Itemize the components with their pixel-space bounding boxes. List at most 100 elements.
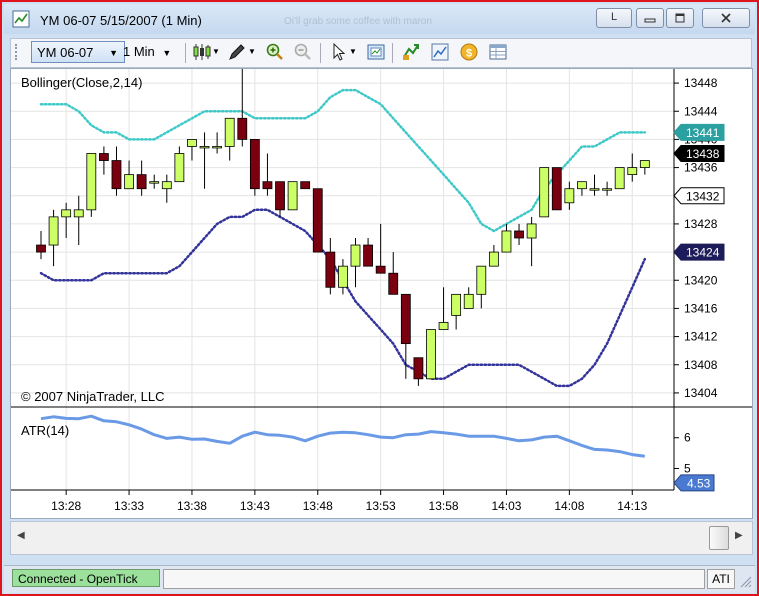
horizontal-scrollbar[interactable]: ◀ ▶ [10, 521, 753, 555]
candle[interactable] [426, 329, 436, 380]
candle-body [149, 181, 160, 184]
period-selector[interactable]: 1 Min ▼ [123, 41, 171, 63]
candle[interactable] [161, 174, 172, 203]
strategy-icon[interactable] [401, 42, 421, 62]
dollar-coin-icon[interactable]: $ [459, 42, 479, 62]
close-button[interactable] [702, 8, 750, 28]
candle[interactable] [338, 259, 348, 295]
resize-grip-icon[interactable] [740, 576, 752, 588]
chart-indicator-icon[interactable] [430, 42, 450, 62]
price-tick-label: 13412 [684, 330, 718, 344]
candle[interactable] [312, 188, 323, 253]
candle[interactable] [224, 117, 235, 161]
candle[interactable] [187, 139, 197, 161]
zoom-out-icon[interactable] [293, 42, 313, 62]
chevron-down-icon[interactable]: ▼ [349, 47, 357, 56]
time-tick-label: 14:08 [554, 499, 584, 513]
title-bar[interactable]: YM 06-07 5/15/2007 (1 Min) Oi'll grab so… [4, 4, 755, 34]
candle[interactable] [48, 209, 59, 267]
chevron-down-icon[interactable]: ▼ [248, 47, 256, 56]
candle[interactable] [451, 293, 462, 330]
candle-body [249, 139, 260, 190]
candle[interactable] [375, 223, 386, 274]
atr-value-marker: 4.53 [673, 474, 715, 492]
candle-body [375, 265, 386, 274]
toolbar-grip [15, 44, 20, 60]
candle[interactable] [212, 132, 223, 154]
cursor-pointer-icon[interactable] [329, 42, 349, 62]
minimize-button[interactable] [636, 8, 664, 28]
scroll-thumb[interactable] [709, 526, 729, 550]
candle[interactable] [199, 132, 210, 189]
chart-panel[interactable]: 13404 13408 13412 13416 13420 13424 13428 13432… [10, 68, 753, 519]
candle[interactable] [111, 146, 122, 196]
candle[interactable] [36, 230, 46, 260]
atr-tick-label: 6 [684, 431, 691, 445]
candle-body [463, 293, 474, 309]
candle[interactable] [602, 181, 612, 196]
instrument-selector[interactable]: YM 06-07 ▼ [31, 41, 125, 63]
candle[interactable] [463, 287, 474, 309]
candle[interactable] [363, 238, 373, 267]
candle[interactable] [413, 357, 424, 386]
candle[interactable] [124, 160, 134, 190]
candle[interactable] [300, 181, 311, 190]
candle[interactable] [589, 174, 600, 196]
toolbar-separator [392, 43, 393, 63]
candle[interactable] [539, 167, 550, 218]
candle[interactable] [86, 153, 97, 217]
candle[interactable] [476, 265, 487, 309]
candle-body [99, 153, 109, 161]
candle[interactable] [275, 181, 285, 217]
candle-body [350, 244, 361, 267]
candle[interactable] [287, 181, 298, 211]
candle[interactable] [325, 238, 336, 295]
candle[interactable] [501, 223, 512, 253]
upper-band-marker: 13441 [673, 123, 725, 141]
candle[interactable] [237, 69, 248, 147]
ati-indicator[interactable]: ATI [707, 569, 735, 589]
candle[interactable] [564, 181, 575, 210]
maximize-button[interactable] [666, 8, 694, 28]
time-tick-label: 13:28 [51, 499, 81, 513]
link-button[interactable]: L [596, 8, 632, 28]
time-tick-label: 13:43 [240, 499, 270, 513]
candle[interactable] [174, 146, 185, 183]
properties-icon[interactable] [366, 42, 386, 62]
price-tick-label: 13428 [684, 217, 718, 231]
candle[interactable] [73, 195, 84, 246]
candle-body [136, 174, 147, 190]
candle[interactable] [627, 153, 638, 182]
candle[interactable] [149, 174, 160, 189]
data-grid-icon[interactable] [488, 42, 508, 62]
candle[interactable] [577, 181, 587, 196]
candle[interactable] [99, 146, 109, 175]
candle[interactable] [526, 216, 537, 267]
candle-body [451, 293, 462, 316]
candle[interactable] [614, 167, 625, 190]
candle[interactable] [551, 167, 562, 211]
candle-body [539, 167, 550, 218]
candlestick-style-icon[interactable] [191, 42, 211, 62]
zoom-in-icon[interactable] [265, 42, 285, 62]
price-chart[interactable]: 13404 13408 13412 13416 13420 13424 13428 13432… [11, 69, 752, 518]
window-title: YM 06-07 5/15/2007 (1 Min) [40, 13, 202, 28]
candle-body [639, 160, 650, 168]
scroll-left-arrow-icon[interactable]: ◀ [17, 530, 25, 541]
candle[interactable] [262, 153, 273, 196]
last-price-marker-label: 13438 [686, 147, 720, 161]
scroll-right-arrow-icon[interactable]: ▶ [735, 530, 743, 541]
candle-body [86, 153, 97, 211]
candle[interactable] [61, 202, 72, 238]
candle-body [73, 209, 84, 218]
candle[interactable] [639, 160, 650, 175]
period-label: 1 Min [123, 44, 155, 59]
candle[interactable] [514, 223, 524, 246]
candle[interactable] [388, 252, 399, 295]
drawing-pencil-icon[interactable] [227, 42, 247, 62]
candle[interactable] [249, 139, 260, 196]
atr-label: ATR(14) [21, 423, 69, 438]
candle[interactable] [136, 160, 147, 196]
chevron-down-icon[interactable]: ▼ [212, 47, 220, 56]
candle[interactable] [488, 245, 499, 267]
